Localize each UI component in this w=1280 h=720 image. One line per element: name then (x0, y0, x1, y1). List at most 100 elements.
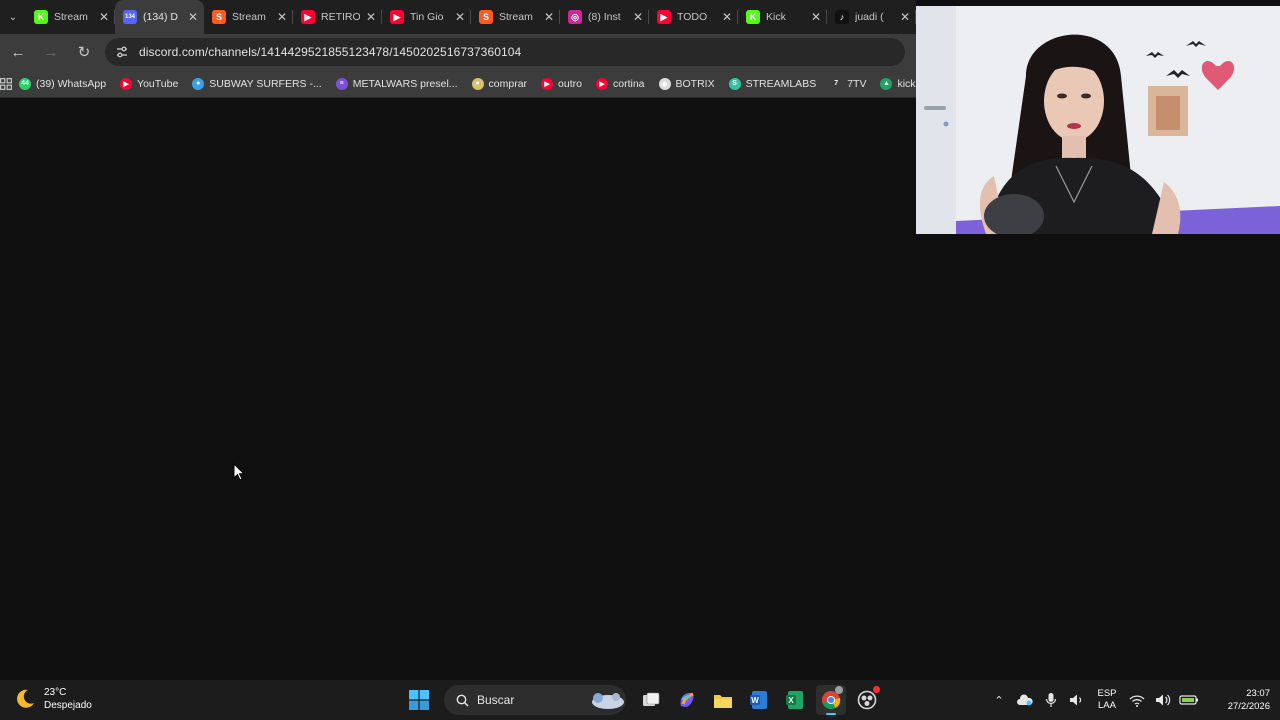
bookmark-label: 7TV (847, 77, 867, 90)
svg-text:X: X (788, 696, 794, 705)
kick-icon: K (34, 10, 48, 24)
language-indicator[interactable]: ESP LAA (1090, 688, 1124, 712)
word-icon[interactable]: W (744, 685, 774, 715)
shop-icon: ● (471, 77, 484, 90)
bookmark-item[interactable]: ▶ YouTube (113, 72, 185, 96)
bookmark-item[interactable]: ● SUBWAY SURFERS -... (185, 72, 328, 96)
close-icon[interactable]: ✕ (722, 10, 732, 24)
close-icon[interactable]: ✕ (99, 10, 109, 24)
file-explorer-icon[interactable] (708, 685, 738, 715)
tab-title: Kick (766, 11, 786, 23)
weather-widget[interactable]: 23°C Despejado (14, 686, 92, 712)
browser-tab[interactable]: S Stream ✕ (471, 0, 560, 34)
youtube-icon: ▶ (120, 77, 133, 90)
youtube-icon: ▶ (595, 77, 608, 90)
discord-icon: 134 (123, 10, 137, 24)
tab-search-icon[interactable]: ⌄ (0, 0, 26, 34)
obs-icon[interactable] (852, 685, 882, 715)
bookmark-label: METALWARS presel... (352, 77, 458, 90)
bookmark-list: 44 (39) WhatsApp ▶ YouTube ● SUBWAY SURFERS -… (12, 72, 916, 96)
chevron-up-icon[interactable]: ⌃ (986, 685, 1012, 715)
forward-icon[interactable]: → (36, 37, 66, 67)
speaker-icon[interactable] (1150, 685, 1176, 715)
browser-tab[interactable]: ▶ TODO ✕ (649, 0, 738, 34)
windows-start-icon[interactable] (404, 685, 434, 715)
close-icon[interactable]: ✕ (188, 10, 198, 24)
bookmark-item[interactable]: ▶ outro (534, 72, 589, 96)
bookmark-item[interactable]: ● comprar (465, 72, 535, 96)
back-icon[interactable]: ← (3, 37, 33, 67)
browser-tab[interactable]: ◎ (8) Inst ✕ (560, 0, 649, 34)
tab-list: K Stream ✕ 134 (134) D ✕ S Stream ✕ ▶ RETIRO ✕ ▶ Tin … (26, 0, 916, 34)
bookmark-item[interactable]: ≡ METALWARS presel... (329, 72, 465, 96)
bookmark-label: cortina (612, 77, 645, 90)
whatsapp-icon: 44 (19, 77, 31, 90)
close-icon[interactable]: ✕ (277, 10, 287, 24)
search-icon (456, 694, 469, 707)
streamlabs-icon: S (212, 10, 226, 24)
mouse-cursor-icon (233, 463, 245, 481)
browser-tab[interactable]: ▶ Tin Gio ✕ (382, 0, 471, 34)
youtube-icon: ▶ (541, 77, 554, 90)
taskbar-apps: Buscar W X (404, 684, 882, 716)
bookmark-label: SUBWAY SURFERS -... (209, 77, 322, 90)
bookmark-item[interactable]: ◆ BOTRIX (652, 72, 722, 96)
close-icon[interactable]: ✕ (544, 10, 554, 24)
bookmark-label: comprar (488, 77, 528, 90)
site-info-icon[interactable] (115, 45, 129, 59)
bookmark-item[interactable]: 44 (39) WhatsApp (12, 72, 113, 96)
address-bar[interactable]: discord.com/channels/1414429521855123478… (105, 38, 905, 66)
moon-icon (17, 689, 34, 708)
browser-tab[interactable]: S Stream ✕ (204, 0, 293, 34)
youtube-icon: ▶ (390, 10, 404, 24)
7tv-icon: 7 (830, 77, 843, 90)
tab-title: juadi ( (855, 11, 884, 23)
apps-grid-icon[interactable] (0, 77, 12, 90)
browser-tab[interactable]: K Stream ✕ (26, 0, 115, 34)
tab-strip: ⌄ K Stream ✕ 134 (134) D ✕ S Stream ✕ ▶ RETIRO ✕ ▶ Ti… (0, 0, 916, 34)
reload-icon[interactable]: ↻ (69, 37, 99, 67)
close-icon[interactable]: ✕ (633, 10, 643, 24)
bookmark-item[interactable]: ▲ kick - G (873, 72, 916, 96)
bookmark-item[interactable]: S STREAMLABS (722, 72, 824, 96)
microphone-icon[interactable] (1038, 685, 1064, 715)
list-icon: ≡ (335, 77, 348, 90)
battery-icon[interactable] (1176, 685, 1202, 715)
clock[interactable]: 23:07 27/2/2026 (1206, 687, 1270, 713)
bookmarks-bar: 44 (39) WhatsApp ▶ YouTube ● SUBWAY SURFERS -… (0, 70, 916, 98)
bookmark-item[interactable]: 7 7TV (823, 72, 873, 96)
tab-title: Stream (54, 11, 88, 23)
youtube-icon: ▶ (301, 10, 315, 24)
copilot-icon[interactable] (672, 685, 702, 715)
close-icon[interactable]: ✕ (366, 10, 376, 24)
volume-icon[interactable] (1064, 685, 1090, 715)
tab-title: (8) Inst (588, 11, 621, 23)
excel-icon[interactable]: X (780, 685, 810, 715)
browser-tab[interactable]: ♪ juadi ( ✕ (827, 0, 916, 34)
close-icon[interactable]: ✕ (455, 10, 465, 24)
weather-condition: Despejado (44, 700, 92, 711)
task-view-icon[interactable] (636, 685, 666, 715)
onedrive-icon[interactable] (1012, 685, 1038, 715)
browser-tab[interactable]: 134 (134) D ✕ (115, 0, 204, 34)
streamlabs-icon: S (728, 77, 741, 90)
tiktok-icon: ♪ (835, 10, 849, 24)
url-text[interactable]: discord.com/channels/1414429521855123478… (139, 45, 521, 59)
webcam-feed (916, 6, 1280, 234)
taskbar: 23°C Despejado Buscar W X ⌃ ESP LAA 23:0… (0, 680, 1280, 720)
close-icon[interactable]: ✕ (811, 10, 821, 24)
clock-time: 23:07 (1246, 688, 1270, 699)
tab-title: TODO (677, 11, 708, 23)
instagram-icon: ◎ (568, 10, 582, 24)
bookmark-item[interactable]: ▶ cortina (589, 72, 652, 96)
wifi-icon[interactable] (1124, 685, 1150, 715)
chrome-icon[interactable] (816, 685, 846, 715)
browser-tab[interactable]: ▶ RETIRO ✕ (293, 0, 382, 34)
keyboard-layout: LAA (1098, 700, 1116, 711)
close-icon[interactable]: ✕ (900, 10, 910, 24)
tab-title: Tin Gio (410, 11, 444, 23)
screen: ⌄ K Stream ✕ 134 (134) D ✕ S Stream ✕ ▶ RETIRO ✕ ▶ Ti… (0, 0, 1280, 720)
taskbar-search[interactable]: Buscar (444, 685, 626, 715)
browser-tab[interactable]: K Kick ✕ (738, 0, 827, 34)
drive-icon: ▲ (880, 77, 893, 90)
